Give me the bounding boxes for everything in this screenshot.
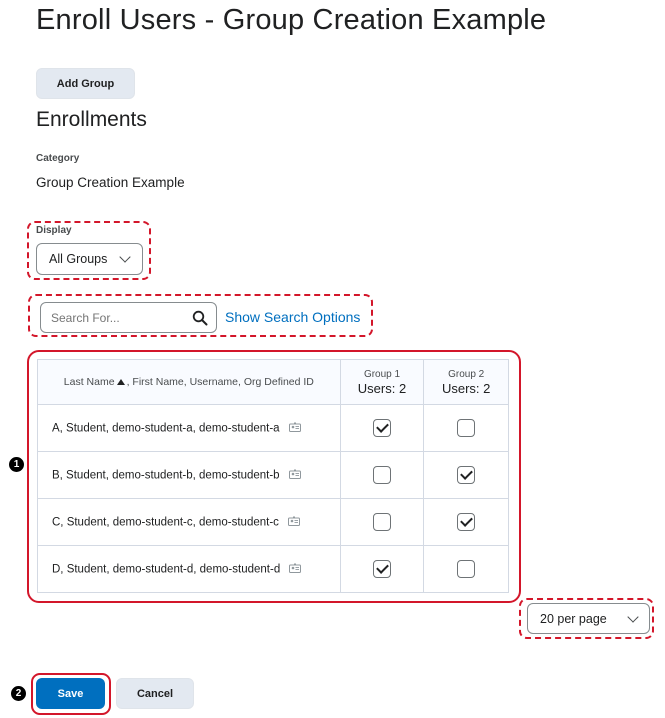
search-icon[interactable] [192, 310, 208, 331]
group-2-checkbox[interactable] [457, 418, 476, 437]
group-1-cell [339, 404, 425, 452]
show-search-options-link[interactable]: Show Search Options [225, 309, 360, 325]
chevron-down-icon [627, 610, 639, 623]
per-page-value: 20 per page [540, 611, 607, 626]
name-column-header[interactable]: Last Name , First Name, Username, Org Def… [37, 359, 341, 405]
group-1-checkbox[interactable] [373, 512, 391, 531]
group-2-name: Group 2 [448, 368, 485, 380]
callout-badge-2: 2 [11, 686, 26, 701]
search-input-wrapper[interactable] [40, 302, 217, 333]
enrollment-table: Last Name , First Name, Username, Org Def… [37, 359, 509, 593]
display-select[interactable]: All Groups [36, 243, 143, 275]
name-header-rest: , First Name, Username, Org Defined ID [126, 376, 314, 388]
group-1-name: Group 1 [363, 368, 401, 380]
group-2-cell [423, 451, 509, 499]
user-card-icon [288, 469, 301, 482]
chevron-down-icon [119, 251, 132, 263]
group-1-users: Users: 2 [357, 380, 407, 396]
group-2-users: Users: 2 [441, 380, 491, 396]
save-button[interactable]: Save [36, 678, 105, 709]
table-row: B, Student, demo-student-b, demo-student… [37, 451, 509, 499]
group-1-checkbox[interactable] [373, 418, 391, 437]
search-input[interactable] [41, 304, 181, 331]
enrollments-heading: Enrollments [36, 108, 147, 131]
group-2-column-header: Group 2 Users: 2 [423, 359, 509, 405]
group-1-checkbox[interactable] [373, 559, 391, 578]
row-name-cell: C, Student, demo-student-c, demo-student… [37, 498, 341, 546]
group-1-cell [339, 451, 425, 499]
group-1-cell [339, 545, 425, 593]
group-2-cell [423, 404, 509, 452]
row-name: A, Student, demo-student-a, demo-student… [52, 422, 280, 435]
sort-ascending-icon[interactable] [116, 378, 125, 385]
row-name-cell: A, Student, demo-student-a, demo-student… [37, 404, 341, 452]
group-2-cell [423, 498, 509, 546]
row-name: D, Student, demo-student-d, demo-student… [52, 563, 281, 576]
callout-badge-1: 1 [9, 457, 24, 472]
row-name-cell: D, Student, demo-student-d, demo-student… [37, 545, 341, 593]
add-group-button[interactable]: Add Group [36, 68, 135, 99]
category-label: Category [36, 153, 80, 164]
group-1-column-header: Group 1 Users: 2 [339, 359, 425, 405]
group-1-checkbox[interactable] [373, 465, 391, 484]
group-2-cell [423, 545, 509, 593]
display-label: Display [36, 225, 72, 236]
group-2-checkbox[interactable] [457, 512, 476, 531]
category-value: Group Creation Example [36, 175, 185, 190]
page-title: Enroll Users - Group Creation Example [36, 4, 547, 36]
user-card-icon [288, 422, 301, 435]
table-row: D, Student, demo-student-d, demo-student… [37, 545, 509, 593]
row-name: B, Student, demo-student-b, demo-student… [52, 469, 280, 482]
table-row: A, Student, demo-student-a, demo-student… [37, 404, 509, 452]
row-name-cell: B, Student, demo-student-b, demo-student… [37, 451, 341, 499]
group-2-checkbox[interactable] [457, 465, 476, 484]
row-name: C, Student, demo-student-c, demo-student… [52, 516, 279, 529]
group-2-checkbox[interactable] [457, 559, 476, 578]
per-page-select[interactable]: 20 per page [527, 603, 650, 634]
user-card-icon [289, 563, 302, 576]
user-card-icon [288, 516, 301, 529]
table-row: C, Student, demo-student-c, demo-student… [37, 498, 509, 546]
name-header-sort-label[interactable]: Last Name [64, 376, 115, 388]
cancel-button[interactable]: Cancel [116, 678, 194, 709]
table-header-row: Last Name , First Name, Username, Org Def… [37, 359, 509, 405]
display-select-value: All Groups [49, 252, 108, 266]
group-1-cell [339, 498, 425, 546]
